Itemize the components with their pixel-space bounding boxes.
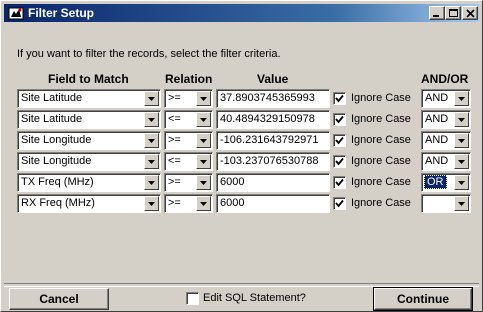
ignore-case-label: Ignore Case [351,197,411,209]
header-value: Value [257,72,289,86]
relation-select-value: >= [168,197,181,209]
andor-select-value: AND [425,134,449,146]
andor-select-4[interactable]: AND [421,152,471,171]
chevron-down-icon[interactable] [144,196,159,211]
relation-select-5[interactable]: >= [164,173,213,192]
relation-select-value: >= [168,92,181,104]
value-input-text: 6000 [220,197,245,209]
andor-select-6[interactable] [421,194,471,213]
chevron-down-icon[interactable] [144,175,159,190]
chevron-down-icon[interactable] [454,196,469,211]
ignore-case-checkbox-6[interactable] [333,197,346,210]
header-and-or: AND/OR [421,72,469,86]
field-select-value: RX Freq (MHz) [21,197,95,209]
app-icon [8,5,24,21]
ignore-case-checkbox-3[interactable] [333,134,346,147]
field-select-1[interactable]: Site Latitude [17,89,161,108]
andor-select-value: AND [425,92,449,104]
field-select-value: Site Longitude [21,155,92,167]
ignore-case-checkbox-1[interactable] [333,92,346,105]
field-select-5[interactable]: TX Freq (MHz) [17,173,161,192]
value-input-2[interactable]: 40.4894329150978 [216,110,330,129]
chevron-down-icon[interactable] [196,196,211,211]
relation-select-4[interactable]: <= [164,152,213,171]
ignore-case-label: Ignore Case [351,176,411,188]
value-input-text: -103.237076530788 [220,155,319,167]
chevron-down-icon[interactable] [196,154,211,169]
field-select-value: Site Latitude [21,113,83,125]
field-select-3[interactable]: Site Longitude [17,131,161,150]
ignore-case-checkbox-2[interactable] [333,113,346,126]
andor-select-1[interactable]: AND [421,89,471,108]
ignore-case-label: Ignore Case [351,155,411,167]
chevron-down-icon[interactable] [144,112,159,127]
continue-button[interactable]: Continue [373,287,473,311]
minimize-icon[interactable] [429,6,445,20]
chevron-down-icon[interactable] [144,133,159,148]
relation-select-2[interactable]: <= [164,110,213,129]
chevron-down-icon[interactable] [196,175,211,190]
value-input-6[interactable]: 6000 [216,194,330,213]
andor-select-5[interactable]: OR [421,173,471,192]
relation-select-1[interactable]: >= [164,89,213,108]
chevron-down-icon[interactable] [454,154,469,169]
chevron-down-icon[interactable] [454,175,469,190]
close-icon[interactable] [462,6,478,20]
chevron-down-icon[interactable] [454,133,469,148]
andor-select-value: AND [425,155,449,167]
relation-select-value: >= [168,176,181,188]
chevron-down-icon[interactable] [454,91,469,106]
cancel-button[interactable]: Cancel [9,288,109,310]
value-input-1[interactable]: 37.8903745365993 [216,89,330,108]
ignore-case-checkbox-5[interactable] [333,176,346,189]
field-select-value: Site Latitude [21,92,83,104]
header-relation: Relation [165,72,213,86]
edit-sql-checkbox[interactable] [186,292,199,305]
andor-select-value: OR [424,175,447,189]
filter-setup-window: Filter Setup If you want to filter the r… [0,0,483,312]
value-input-text: 37.8903745365993 [220,92,315,104]
andor-select-value: AND [425,113,449,125]
intro-text: If you want to filter the records, selec… [17,48,281,60]
field-select-6[interactable]: RX Freq (MHz) [17,194,161,213]
field-select-2[interactable]: Site Latitude [17,110,161,129]
andor-select-2[interactable]: AND [421,110,471,129]
value-input-text: 40.4894329150978 [220,113,315,125]
value-input-text: 6000 [220,176,245,188]
ignore-case-checkbox-4[interactable] [333,155,346,168]
window-title: Filter Setup [28,6,95,20]
relation-select-value: <= [168,113,181,125]
andor-select-3[interactable]: AND [421,131,471,150]
title-bar[interactable]: Filter Setup [4,4,479,22]
ignore-case-label: Ignore Case [351,92,411,104]
value-input-4[interactable]: -103.237076530788 [216,152,330,171]
ignore-case-label: Ignore Case [351,113,411,125]
maximize-icon[interactable] [445,6,461,20]
chevron-down-icon[interactable] [196,112,211,127]
header-field-to-match: Field to Match [48,72,129,86]
relation-select-6[interactable]: >= [164,194,213,213]
relation-select-3[interactable]: >= [164,131,213,150]
chevron-down-icon[interactable] [144,154,159,169]
ignore-case-label: Ignore Case [351,134,411,146]
chevron-down-icon[interactable] [144,91,159,106]
value-input-text: -106.231643792971 [220,134,319,146]
chevron-down-icon[interactable] [196,133,211,148]
field-select-value: Site Longitude [21,134,92,146]
edit-sql-label: Edit SQL Statement? [203,292,306,304]
separator [4,283,479,287]
relation-select-value: <= [168,155,181,167]
relation-select-value: >= [168,134,181,146]
chevron-down-icon[interactable] [454,112,469,127]
field-select-4[interactable]: Site Longitude [17,152,161,171]
field-select-value: TX Freq (MHz) [21,176,94,188]
value-input-3[interactable]: -106.231643792971 [216,131,330,150]
value-input-5[interactable]: 6000 [216,173,330,192]
chevron-down-icon[interactable] [196,91,211,106]
